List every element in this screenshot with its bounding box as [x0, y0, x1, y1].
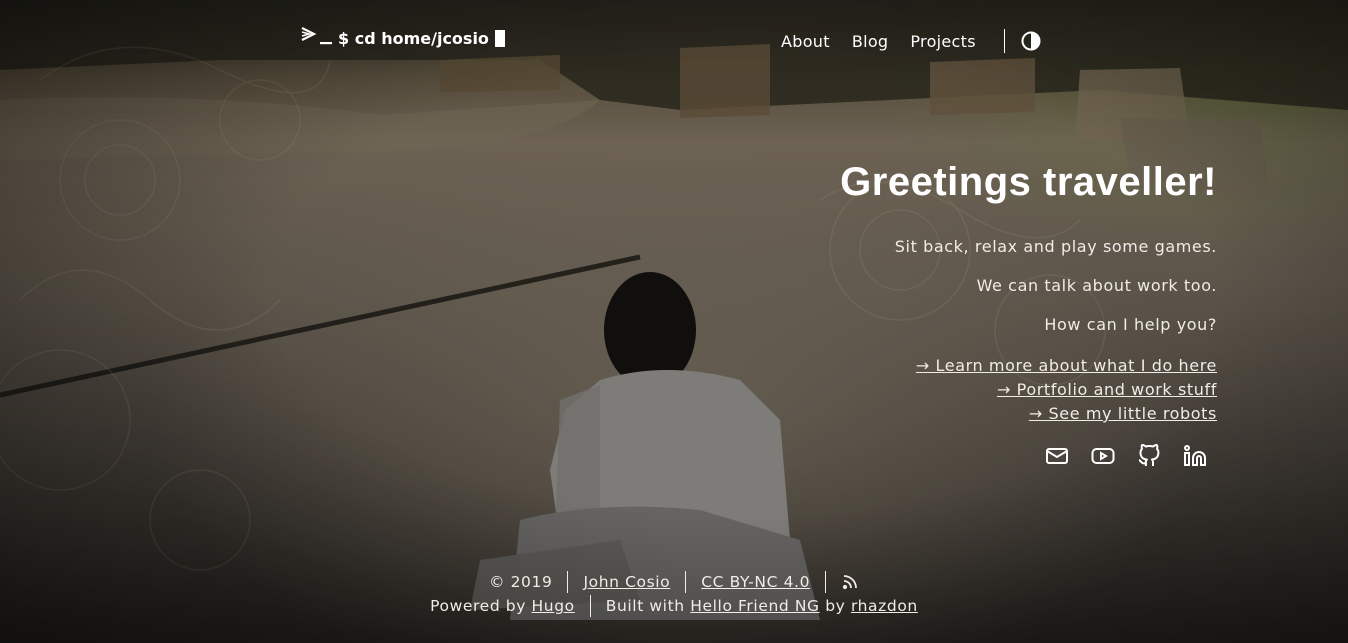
portfolio-link[interactable]: → Portfolio and work stuff	[997, 378, 1217, 402]
by-text: by	[825, 597, 846, 615]
linkedin-icon[interactable]	[1183, 444, 1207, 468]
hero-line: How can I help you?	[1044, 315, 1217, 334]
footer-divider	[685, 571, 687, 593]
nav-link-projects[interactable]: Projects	[910, 32, 975, 51]
hero-title: Greetings traveller!	[840, 160, 1217, 204]
mail-icon[interactable]	[1045, 444, 1069, 468]
site-logo-link[interactable]: $ cd home/jcosio	[300, 26, 505, 50]
footer-divider	[589, 595, 591, 617]
powered-prefix: Powered by	[430, 597, 526, 615]
author-link[interactable]: John Cosio	[583, 573, 670, 591]
youtube-icon[interactable]	[1091, 444, 1115, 468]
rss-icon[interactable]	[841, 573, 859, 591]
footer-divider	[825, 571, 827, 593]
main-nav: About Blog Projects	[781, 29, 1041, 53]
hugo-link[interactable]: Hugo	[532, 597, 575, 615]
cursor-block	[494, 29, 505, 47]
copyright-text: © 2019	[488, 573, 553, 591]
github-icon[interactable]	[1137, 443, 1161, 468]
theme-link[interactable]: Hello Friend NG	[690, 597, 819, 615]
contrast-icon[interactable]	[1021, 31, 1041, 51]
hero-line: We can talk about work too.	[976, 276, 1217, 295]
footer-copyright-row: © 2019 John Cosio CC BY-NC 4.0	[0, 570, 1348, 594]
footer-powered-row: Powered by Hugo Built with Hello Friend …	[0, 594, 1348, 618]
nav-divider	[1003, 29, 1005, 53]
built-prefix: Built with	[605, 597, 685, 615]
terminal-icon	[300, 26, 334, 50]
robots-link[interactable]: → See my little robots	[1029, 402, 1217, 426]
learn-more-link[interactable]: → Learn more about what I do here	[916, 354, 1217, 378]
license-link[interactable]: CC BY-NC 4.0	[701, 573, 810, 591]
social-links	[617, 443, 1217, 468]
nav-link-about[interactable]: About	[781, 32, 830, 51]
hero-links: → Learn more about what I do here → Port…	[617, 354, 1217, 426]
nav-link-blog[interactable]: Blog	[852, 32, 889, 51]
hero-line: Sit back, relax and play some games.	[894, 237, 1217, 256]
logo-text: $ cd home/jcosio	[338, 28, 489, 48]
site-footer: © 2019 John Cosio CC BY-NC 4.0 Powered b…	[0, 570, 1348, 618]
hero-section: Greetings traveller! Sit back, relax and…	[617, 160, 1217, 468]
site-header: $ cd home/jcosio About Blog Projects	[0, 0, 1348, 80]
theme-author-link[interactable]: rhazdon	[851, 597, 918, 615]
footer-divider	[567, 571, 569, 593]
